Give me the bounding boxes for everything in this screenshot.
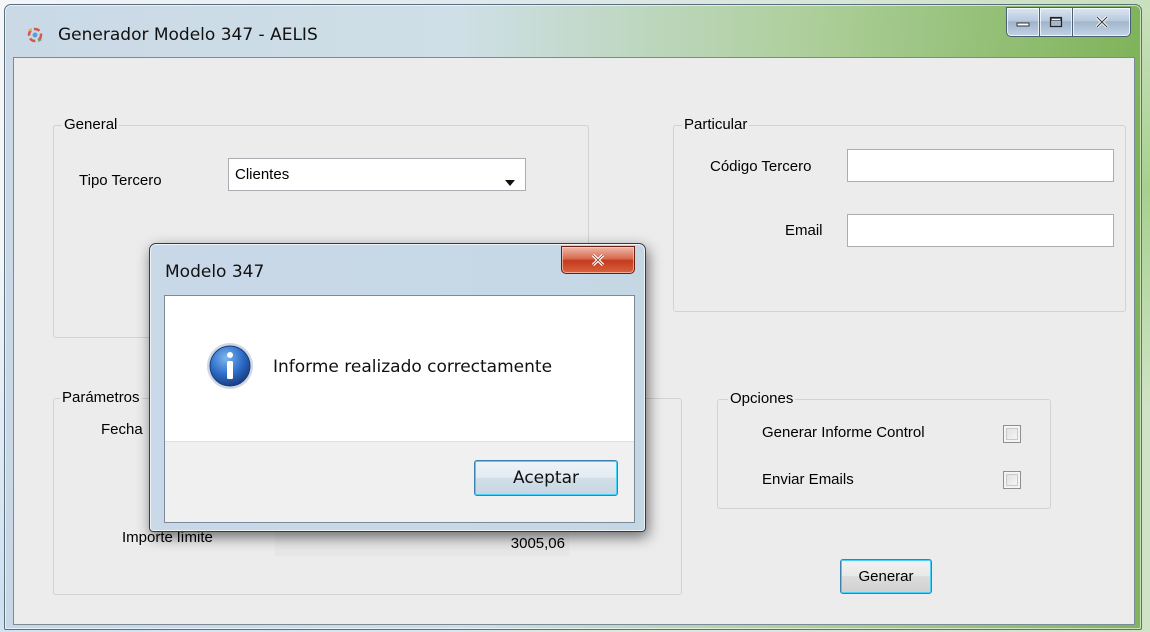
group-general-legend: General [62,116,120,134]
codigo-tercero-input[interactable] [847,149,1114,182]
tipo-tercero-value: Clientes [235,166,290,183]
dialog-message-area: Informe realizado correctamente [165,296,634,441]
minimize-icon [1016,22,1030,27]
dialog-message: Informe realizado correctamente [273,357,553,377]
dialog-content: Informe realizado correctamente Aceptar [164,295,635,523]
tipo-tercero-combo[interactable]: Clientes [228,158,526,191]
email-input[interactable] [847,214,1114,247]
dialog-button-bar: Aceptar [165,441,634,522]
codigo-tercero-label: Código Tercero [710,158,812,175]
caption-buttons [1006,7,1131,39]
enviar-emails-checkbox[interactable] [1003,471,1021,489]
close-icon [591,253,605,267]
dialog-title: Modelo 347 [165,262,265,282]
generar-informe-control-checkbox[interactable] [1003,425,1021,443]
group-parametros-legend: Parámetros [60,389,142,407]
title-bar[interactable]: Generador Modelo 347 - AELIS [5,5,1141,57]
generar-button[interactable]: Generar [840,559,932,594]
enviar-emails-label: Enviar Emails [762,471,854,488]
group-particular-legend: Particular [682,116,750,134]
maximize-icon [1049,16,1063,28]
email-label: Email [785,222,823,239]
group-opciones: Opciones Generar Informe Control Enviar … [717,390,1051,509]
minimize-button[interactable] [1006,7,1040,37]
chevron-down-icon [505,173,515,190]
group-opciones-legend: Opciones [728,390,796,408]
window-close-button[interactable] [1073,7,1131,37]
maximize-button[interactable] [1040,7,1073,37]
group-particular: Particular Código Tercero Email [673,116,1126,312]
close-icon [1095,15,1108,29]
message-dialog: Modelo 347 Informe realizado correctamen… [149,243,646,532]
generar-informe-control-label: Generar Informe Control [762,424,925,441]
aceptar-button[interactable]: Aceptar [474,460,618,496]
info-icon [205,341,255,395]
tipo-tercero-label: Tipo Tercero [79,172,162,189]
importe-limite-field[interactable]: 3005,06 [275,530,569,556]
fecha-label: Fecha [101,421,143,438]
dialog-close-button[interactable] [561,246,635,274]
importe-limite-value: 3005,06 [510,535,565,552]
app-icon [25,25,45,45]
window-title: Generador Modelo 347 - AELIS [58,25,318,45]
